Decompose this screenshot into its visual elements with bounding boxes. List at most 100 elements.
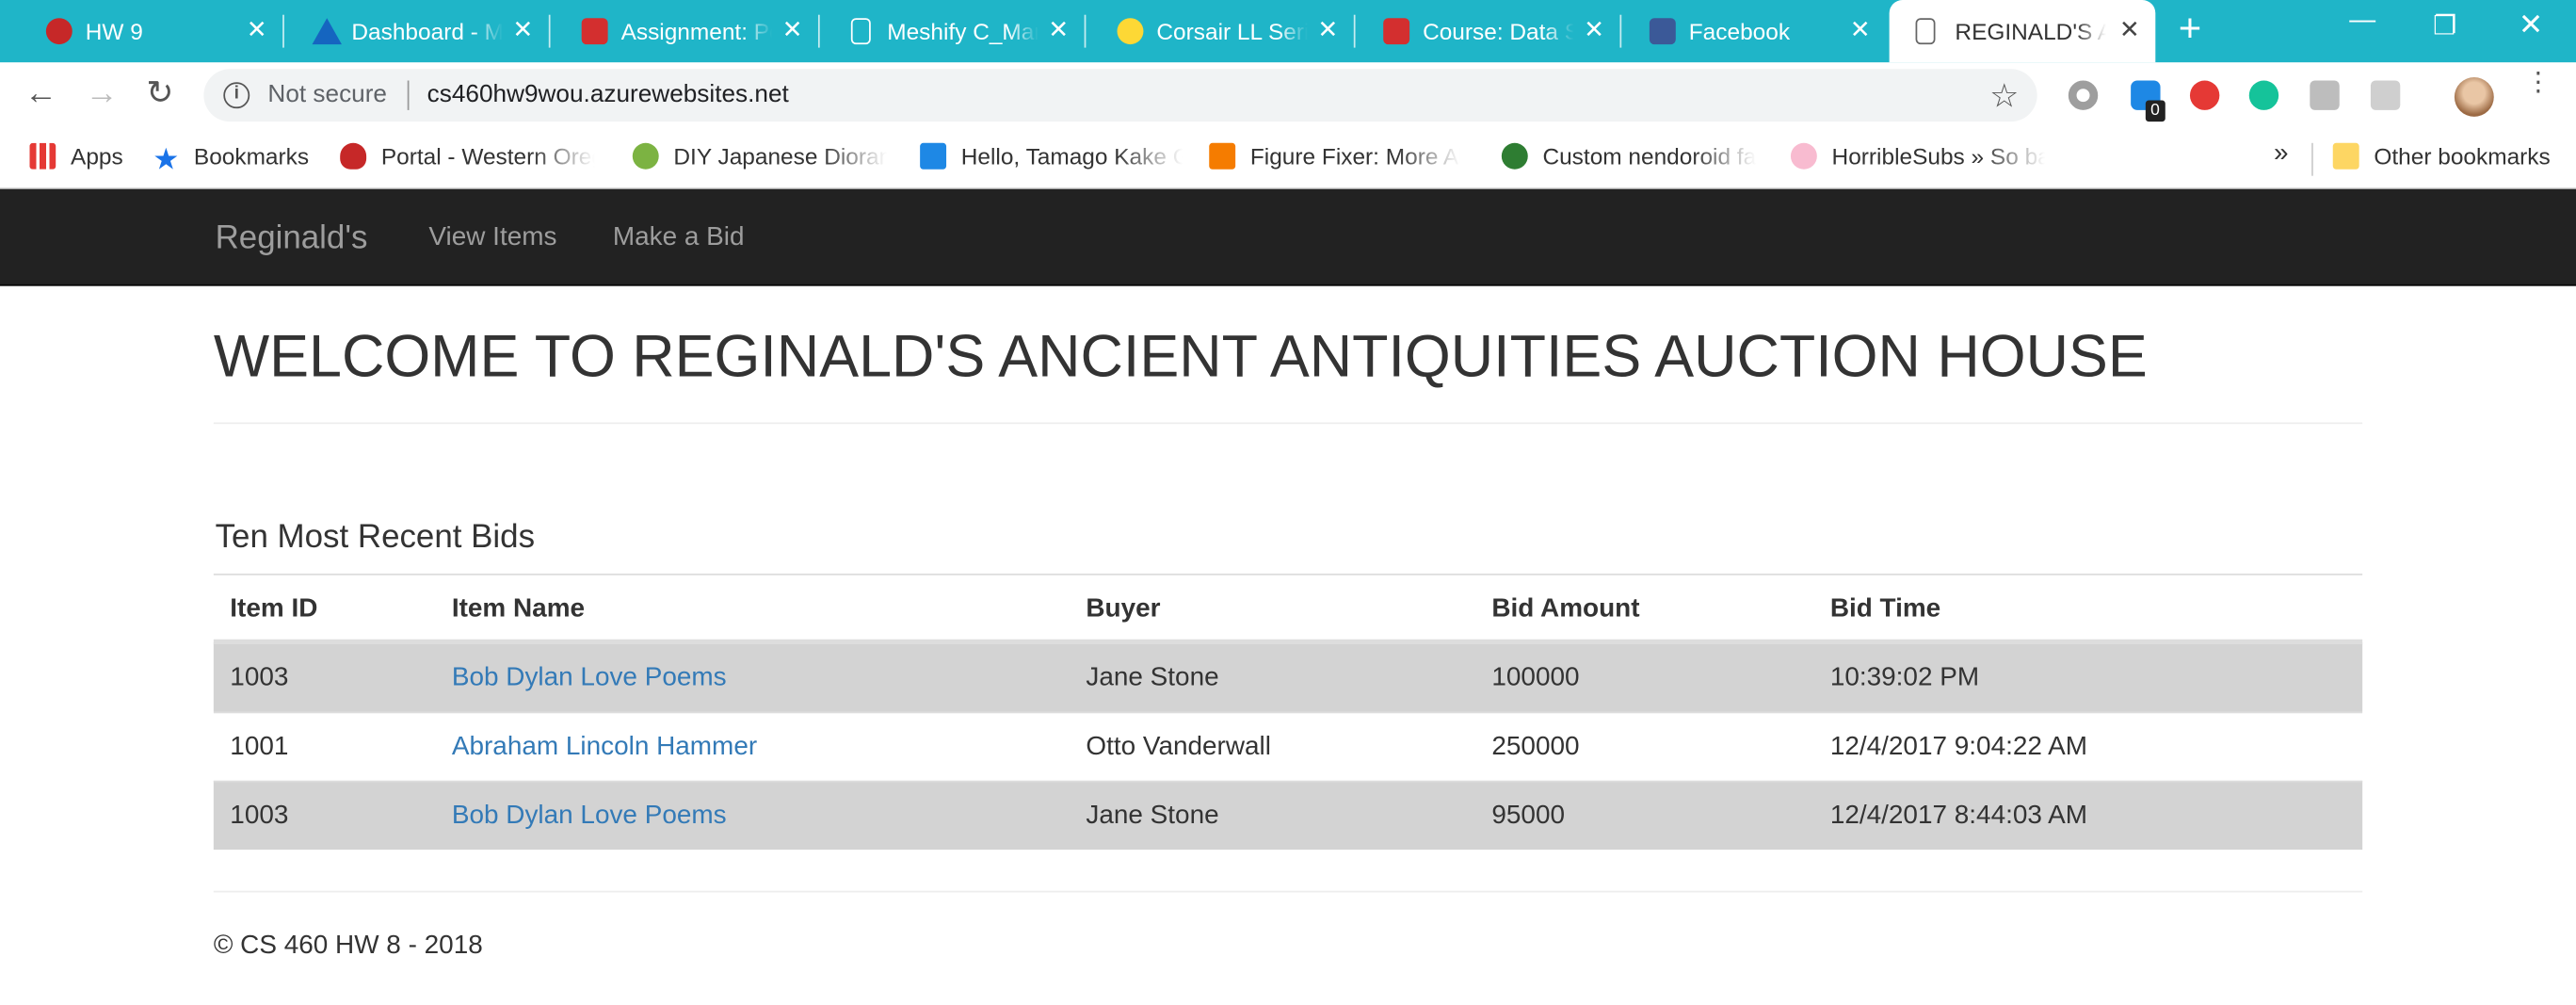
tab-reginalds-active[interactable]: REGINALD'S AN ✕ xyxy=(1889,0,2156,63)
tab-close-icon[interactable]: ✕ xyxy=(2119,16,2140,45)
column-header: Bid Time xyxy=(1829,594,1941,624)
nav-view-items[interactable]: View Items xyxy=(428,223,556,252)
tab-title: REGINALD'S AN xyxy=(1955,18,2106,45)
restore-button[interactable]: ❐ xyxy=(2433,9,2456,42)
moodle-icon xyxy=(1383,18,1410,45)
item-name-link[interactable]: Bob Dylan Love Poems xyxy=(452,802,727,832)
apps-grid-icon xyxy=(29,142,56,170)
tab-close-icon[interactable]: ✕ xyxy=(247,16,267,45)
tab-dashboard[interactable]: Dashboard - M ✕ xyxy=(282,0,551,62)
extension-r-icon[interactable] xyxy=(2310,80,2340,110)
tab-title: Facebook xyxy=(1688,18,1791,45)
bookmark-label: Portal - Western Oreg xyxy=(380,142,595,170)
bookmark-tamago[interactable]: Hello, Tamago Kake G xyxy=(920,142,1183,170)
grammarly-icon[interactable] xyxy=(2248,80,2279,110)
bid-amount-cell: 95000 xyxy=(1491,802,1566,831)
buyer-cell: Otto Vanderwall xyxy=(1086,733,1271,761)
minimize-button[interactable]: — xyxy=(2349,7,2375,36)
item-id-cell: 1001 xyxy=(230,733,289,761)
table-row: 1003 Bob Dylan Love Poems Jane Stone 100… xyxy=(213,642,2363,712)
security-label[interactable]: Not secure xyxy=(267,81,387,109)
azure-icon xyxy=(312,18,342,45)
bookmarks-divider xyxy=(2311,142,2313,176)
info-icon[interactable]: i xyxy=(223,82,250,109)
page-title: WELCOME TO REGINALD'S ANCIENT ANTIQUITIE… xyxy=(213,322,2148,390)
tab-title: Dashboard - M xyxy=(351,18,503,45)
tab-strip: HW 9 ✕ Dashboard - M ✕ Assignment: Po ✕ … xyxy=(0,0,2576,63)
column-header: Item ID xyxy=(230,594,318,624)
forward-button[interactable]: → xyxy=(86,75,119,111)
bookmark-label: HorribleSubs » So ba xyxy=(1831,142,2046,170)
star-icon: ★ xyxy=(153,142,180,176)
window-close-button[interactable]: ✕ xyxy=(2519,8,2543,43)
item-name-link[interactable]: Bob Dylan Love Poems xyxy=(452,664,727,693)
shield-icon xyxy=(45,18,72,45)
bookmark-portal[interactable]: Portal - Western Oreg xyxy=(340,142,595,170)
flower-icon xyxy=(1790,142,1817,170)
document-icon xyxy=(850,18,871,45)
bookmark-horriblesubs[interactable]: HorribleSubs » So ba xyxy=(1790,142,2046,170)
moodle-icon xyxy=(581,18,608,45)
footer-text: © CS 460 HW 8 - 2018 xyxy=(213,932,483,961)
address-divider xyxy=(407,80,410,110)
tab-close-icon[interactable]: ✕ xyxy=(1584,16,1604,45)
tab-assignment[interactable]: Assignment: Po ✕ xyxy=(552,0,820,62)
tab-corsair[interactable]: Corsair LL Serie ✕ xyxy=(1087,0,1356,62)
tab-close-icon[interactable]: ✕ xyxy=(1317,16,1338,45)
new-tab-button[interactable]: + xyxy=(2179,9,2201,49)
bookmark-label: Hello, Tamago Kake G xyxy=(960,142,1183,170)
bookmark-apps[interactable]: Apps xyxy=(29,142,123,170)
bookmark-label: Apps xyxy=(71,142,123,170)
tab-meshify[interactable]: Meshify C_Man ✕ xyxy=(818,0,1087,62)
blogger-icon xyxy=(1209,142,1236,170)
bookmark-label: DIY Japanese Diorama xyxy=(673,142,887,170)
bid-amount-cell: 100000 xyxy=(1491,663,1580,692)
buyer-cell: Jane Stone xyxy=(1086,663,1219,692)
tab-close-icon[interactable]: ✕ xyxy=(1048,16,1069,45)
profile-avatar[interactable] xyxy=(2454,77,2494,117)
other-bookmarks[interactable]: Other bookmarks xyxy=(2332,142,2551,170)
tab-title: Assignment: Po xyxy=(620,18,773,45)
bid-time-cell: 10:39:02 PM xyxy=(1829,663,1980,692)
site-navbar: Reginald's View Items Make a Bid xyxy=(0,188,2576,286)
bookmark-bookmarks[interactable]: ★ Bookmarks xyxy=(153,142,309,176)
extension-circle-icon[interactable] xyxy=(2068,80,2099,110)
column-header: Buyer xyxy=(1086,594,1161,624)
back-button[interactable]: ← xyxy=(24,75,57,111)
pdf-extension-icon[interactable] xyxy=(2370,80,2401,110)
reload-button[interactable]: ↻ xyxy=(146,75,173,111)
folder-icon xyxy=(2332,142,2359,170)
table-row: 1001 Abraham Lincoln Hammer Otto Vanderw… xyxy=(213,711,2363,781)
tab-course[interactable]: Course: Data S ✕ xyxy=(1354,0,1622,62)
tab-separator xyxy=(1084,14,1087,48)
bookmark-nendoroid[interactable]: Custom nendoroid fa xyxy=(1501,142,1756,170)
adblock-icon[interactable] xyxy=(2189,80,2220,110)
bookmark-diy[interactable]: DIY Japanese Diorama xyxy=(632,142,887,170)
tab-close-icon[interactable]: ✕ xyxy=(512,16,533,45)
document-icon xyxy=(1915,18,1936,45)
jellyfish-icon xyxy=(632,142,659,170)
brand-link[interactable]: Reginald's xyxy=(216,220,368,258)
browser-menu-icon[interactable]: ⋮ xyxy=(2525,70,2552,96)
tab-facebook[interactable]: Facebook ✕ xyxy=(1619,0,1886,62)
tab-title: Corsair LL Serie xyxy=(1156,18,1308,45)
item-id-cell: 1003 xyxy=(230,663,289,692)
item-name-link[interactable]: Abraham Lincoln Hammer xyxy=(452,733,757,762)
extension-badge: 0 xyxy=(2145,100,2165,122)
bookmark-star-icon[interactable]: ☆ xyxy=(1989,75,2019,117)
tab-hw9[interactable]: HW 9 ✕ xyxy=(16,0,284,62)
bookmarks-overflow-button[interactable]: » xyxy=(2274,139,2289,169)
nav-make-a-bid[interactable]: Make a Bid xyxy=(613,223,745,252)
address-bar[interactable]: i Not secure cs460hw9wou.azurewebsites.n… xyxy=(203,69,2037,122)
bookmark-label: Figure Fixer: More Ab xyxy=(1249,142,1461,170)
item-id-cell: 1003 xyxy=(230,802,289,831)
divider xyxy=(213,422,2363,425)
url-text[interactable]: cs460hw9wou.azurewebsites.net xyxy=(427,81,789,109)
bookmark-figure-fixer[interactable]: Figure Fixer: More Ab xyxy=(1209,142,1461,170)
tab-close-icon[interactable]: ✕ xyxy=(1850,16,1871,45)
tab-title: HW 9 xyxy=(85,18,143,45)
facebook-icon xyxy=(1649,18,1676,45)
section-title: Ten Most Recent Bids xyxy=(215,519,536,556)
browser-window: HW 9 ✕ Dashboard - M ✕ Assignment: Po ✕ … xyxy=(0,0,2576,1005)
tab-close-icon[interactable]: ✕ xyxy=(782,16,803,45)
